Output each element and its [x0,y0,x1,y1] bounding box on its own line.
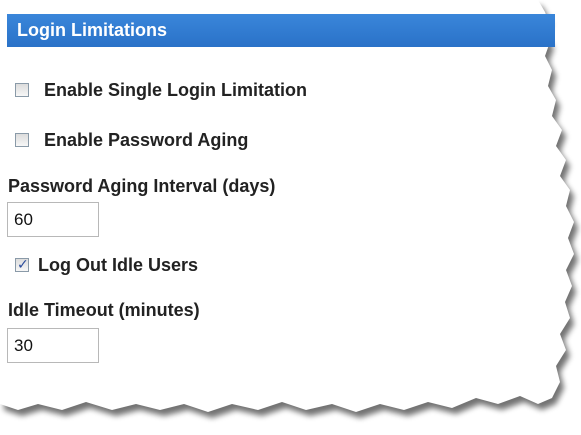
section-header: Login Limitations [7,14,555,47]
login-limitations-screenshot: Login Limitations Enable Single Login Li… [0,0,581,435]
password-aging-checkbox[interactable] [15,133,29,147]
check-icon: ✓ [17,256,29,272]
password-aging-label: Enable Password Aging [44,129,249,150]
logout-idle-checkbox[interactable]: ✓ [15,256,29,272]
password-aging-option[interactable]: Enable Password Aging [15,128,248,152]
single-login-label: Enable Single Login Limitation [44,79,308,100]
idle-timeout-input[interactable] [7,328,99,363]
password-aging-interval-label: Password Aging Interval (days) [8,176,276,196]
single-login-option[interactable]: Enable Single Login Limitation [15,78,307,102]
logout-idle-label: Log Out Idle Users [38,254,199,275]
logout-idle-option[interactable]: ✓ Log Out Idle Users [15,253,198,277]
login-limitations-panel: Login Limitations Enable Single Login Li… [0,0,581,435]
idle-timeout-label: Idle Timeout (minutes) [8,300,200,320]
section-title: Login Limitations [17,20,167,40]
single-login-checkbox[interactable] [15,83,29,97]
password-aging-interval-input[interactable] [7,202,99,237]
